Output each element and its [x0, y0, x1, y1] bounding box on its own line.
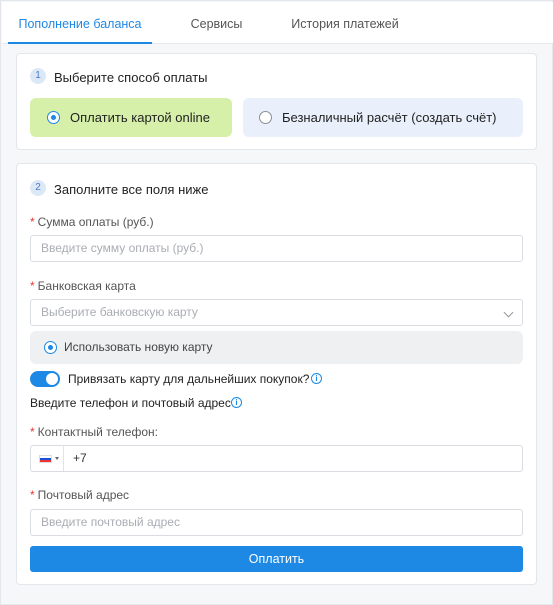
amount-input[interactable]: Введите сумму оплаты (руб.) — [30, 235, 523, 262]
email-label: * Почтовый адрес — [30, 488, 130, 502]
pay-by-invoice-label: Безналичный расчёт (создать счёт) — [282, 110, 497, 125]
phone-value: +7 — [73, 451, 87, 465]
bank-card-placeholder: Выберите банковскую карту — [41, 305, 198, 319]
tab-services[interactable]: Сервисы — [174, 2, 259, 44]
email-input[interactable]: Введите почтовый адрес — [30, 509, 523, 536]
russia-flag-icon — [39, 455, 52, 463]
step1-title: Выберите способ оплаты — [54, 70, 208, 85]
required-mark: * — [30, 425, 35, 439]
bind-card-toggle[interactable] — [30, 371, 60, 387]
pay-by-invoice-radio[interactable] — [259, 111, 272, 124]
required-mark: * — [30, 279, 35, 293]
bind-card-label: Привязать карту для дальнейших покупок? — [68, 372, 310, 386]
use-new-card-label: Использовать новую карту — [64, 340, 213, 354]
phone-input[interactable]: +7 — [30, 445, 523, 472]
payment-details-card: 2 Заполните все поля ниже * Сумма оплаты … — [16, 163, 537, 585]
bank-card-label: * Банковская карта — [30, 279, 136, 293]
pay-by-invoice-option[interactable]: Безналичный расчёт (создать счёт) — [243, 98, 523, 137]
tab-balance-topup[interactable]: Пополнение баланса — [8, 2, 152, 44]
chevron-down-icon — [503, 307, 514, 318]
bank-card-select[interactable]: Выберите банковскую карту — [30, 299, 523, 326]
contact-note: Введите телефон и почтовый адрес — [30, 396, 231, 410]
use-new-card-radio[interactable] — [44, 341, 57, 354]
country-selector[interactable] — [31, 446, 64, 471]
required-mark: * — [30, 215, 35, 229]
payment-method-card: 1 Выберите способ оплаты Оплатить картой… — [16, 53, 537, 150]
amount-placeholder: Введите сумму оплаты (руб.) — [41, 241, 204, 255]
info-icon[interactable]: i — [231, 397, 242, 408]
active-tab-indicator — [8, 42, 152, 44]
tab-bar: Пополнение баланса Сервисы История плате… — [2, 2, 553, 44]
email-placeholder: Введите почтовый адрес — [41, 515, 180, 529]
pay-by-card-label: Оплатить картой online — [70, 110, 210, 125]
tab-payment-history[interactable]: История платежей — [282, 2, 408, 44]
step2-title: Заполните все поля ниже — [54, 182, 209, 197]
phone-label: * Контактный телефон: — [30, 425, 158, 439]
required-mark: * — [30, 488, 35, 502]
pay-by-card-option[interactable]: Оплатить картой online — [30, 98, 232, 137]
use-new-card-option[interactable]: Использовать новую карту — [30, 331, 523, 364]
pay-by-card-radio[interactable] — [47, 111, 60, 124]
step-number-1: 1 — [30, 68, 46, 84]
pay-button[interactable]: Оплатить — [30, 546, 523, 572]
page-frame: Пополнение баланса Сервисы История плате… — [0, 0, 553, 605]
caret-down-icon — [55, 457, 59, 460]
info-icon[interactable]: i — [311, 373, 322, 384]
step-number-2: 2 — [30, 180, 46, 196]
amount-label: * Сумма оплаты (руб.) — [30, 215, 154, 229]
